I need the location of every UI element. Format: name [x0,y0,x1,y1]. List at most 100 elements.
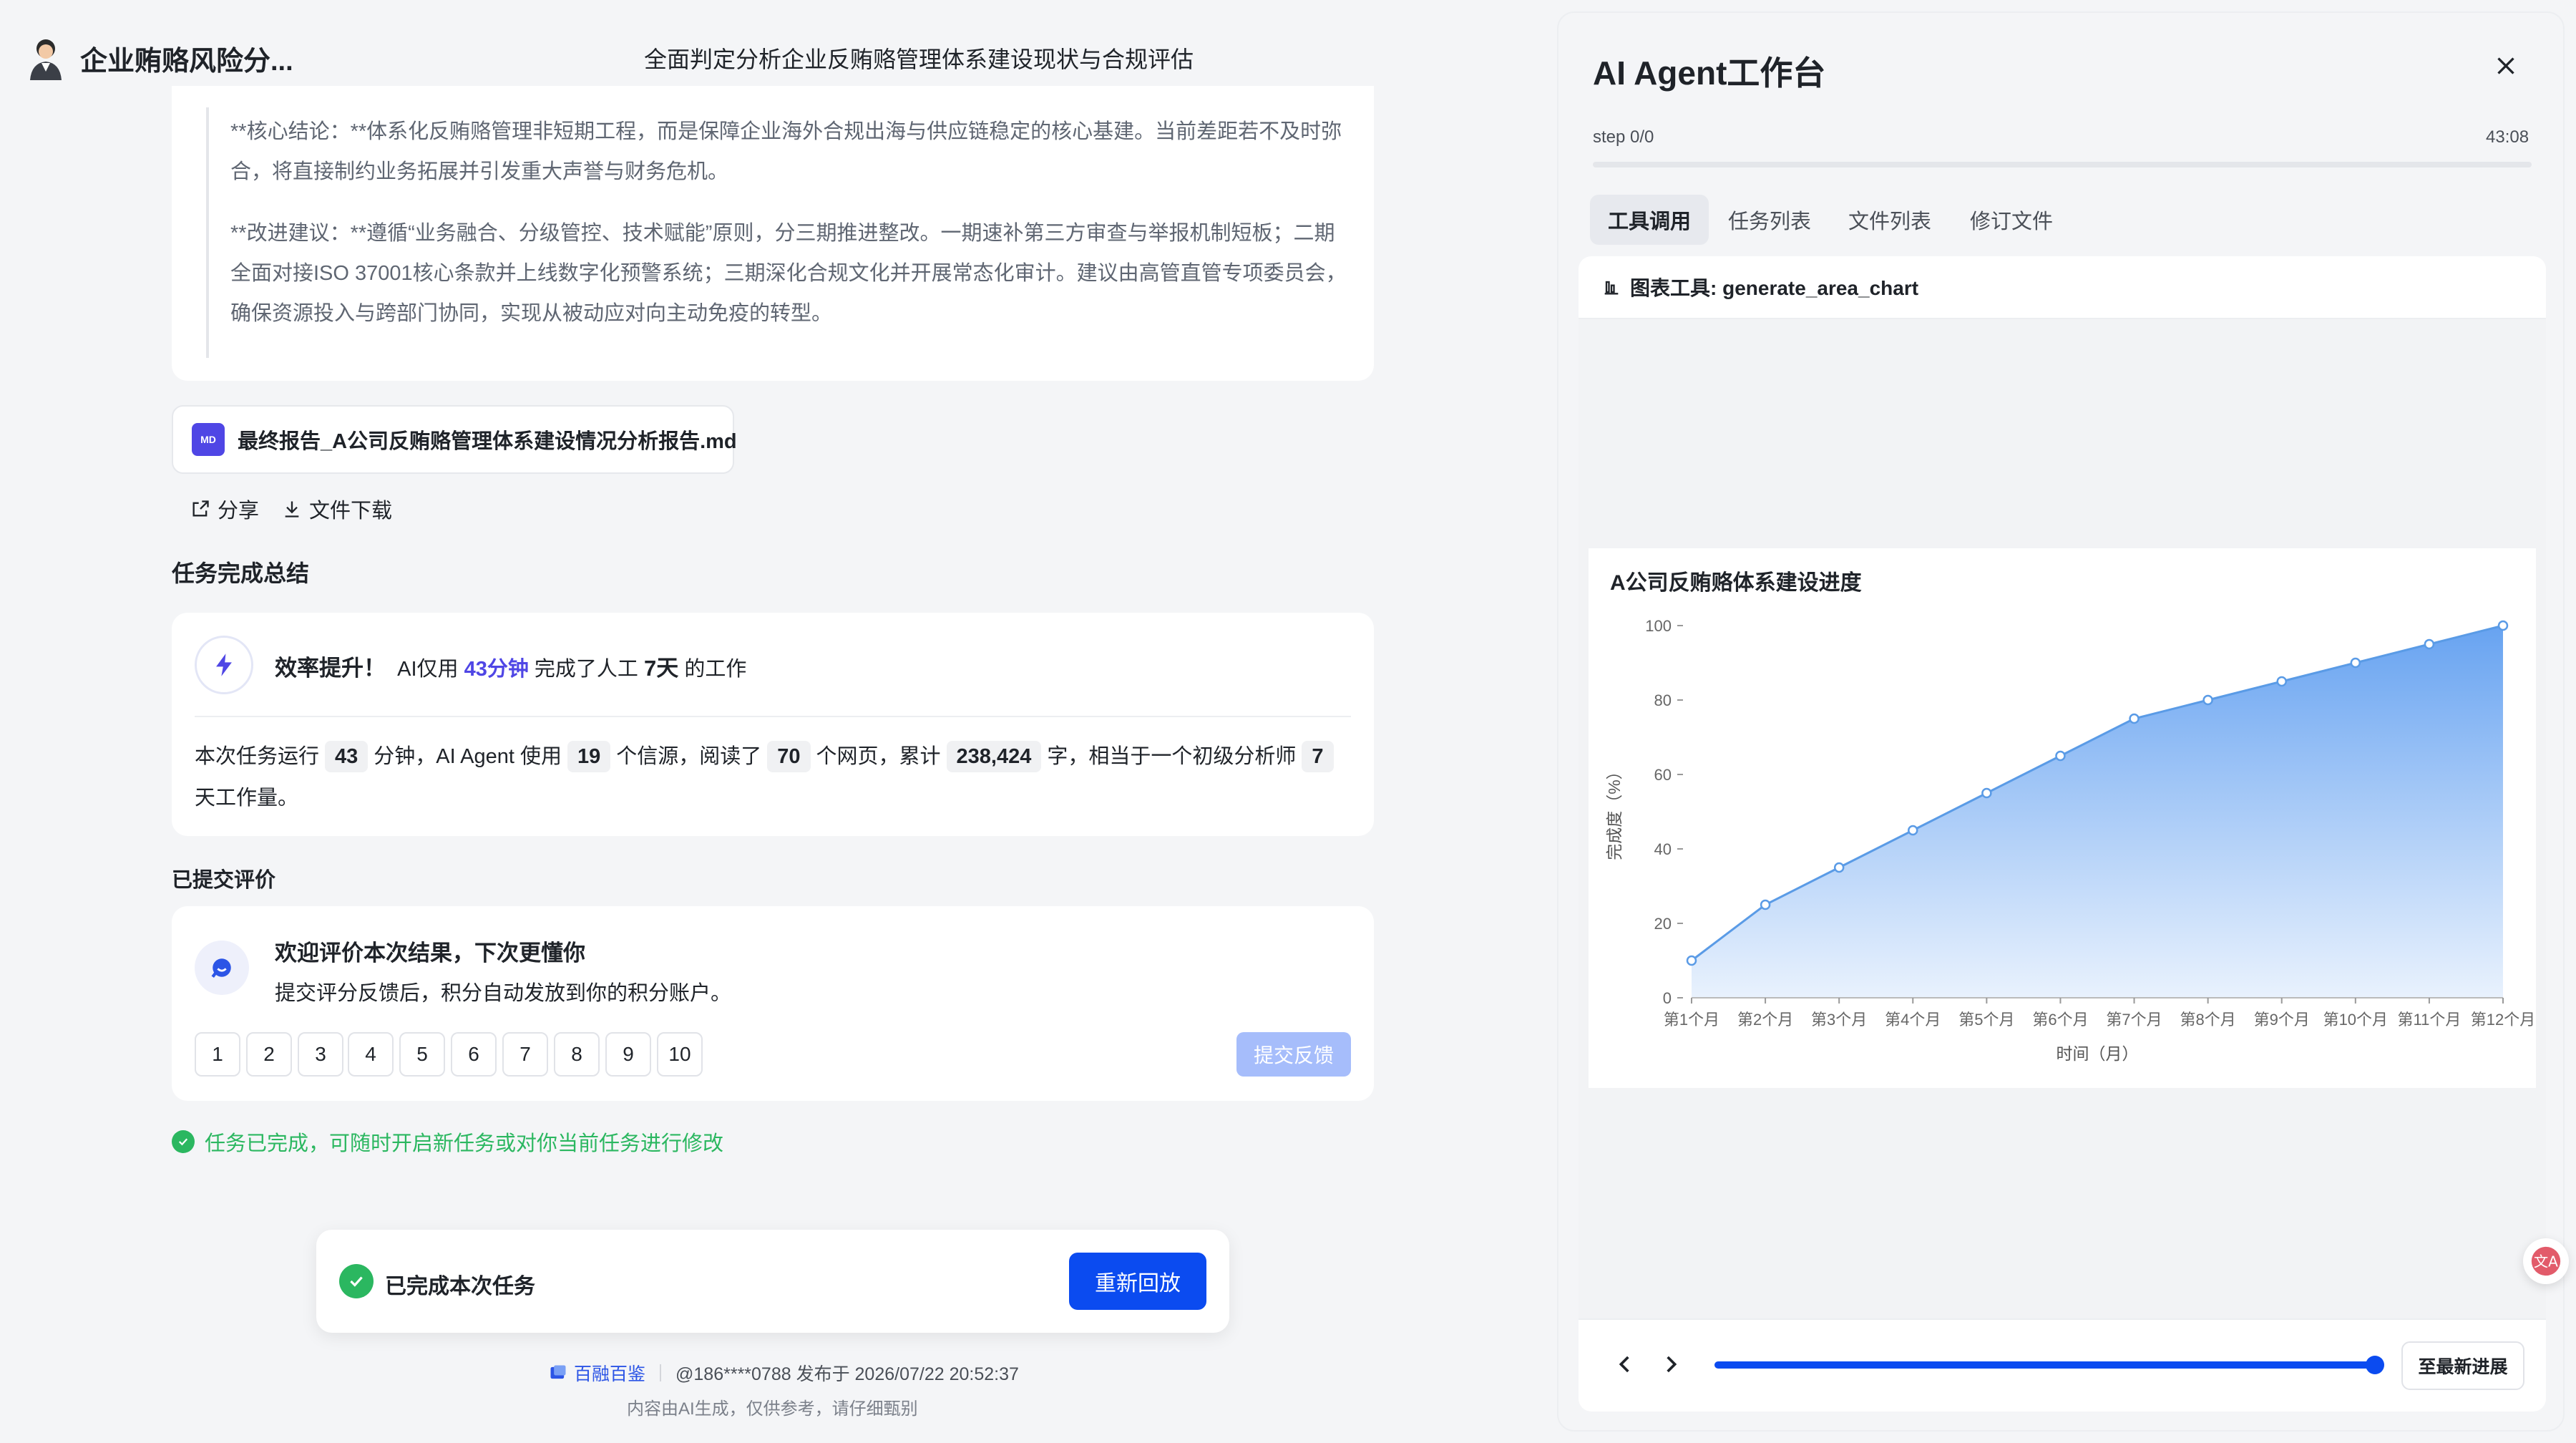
rating-heading: 已提交评价 [172,869,276,892]
check-circle-icon [172,1130,195,1153]
efficiency-text: 完成了人工 [534,658,638,681]
area-fill [1692,626,2503,998]
next-step-button[interactable] [1656,1350,1684,1379]
stats-text-part: 分钟，AI Agent 使用 [374,745,562,768]
chart-svg: A公司反贿赂体系建设进度 0 20 40 60 80 100 第1个月 第2个月 第3个月 第4个… [1605,570,2535,1063]
stats-text-part: 个网页，累计 [816,745,941,768]
score-option[interactable]: 2 [246,1032,292,1077]
x-tick-label: 第9个月 [2254,1011,2310,1029]
stats-text-part: 个信源，阅读了 [616,745,762,768]
page-title: 全面判定分析企业反贿赂管理体系建设现状与合规评估 [644,47,1194,72]
share-button[interactable]: 分享 [190,494,259,524]
data-point [1686,955,1697,966]
playback-slider-handle[interactable] [2366,1356,2384,1374]
tab-revised-files[interactable]: 修订文件 [1962,195,2061,245]
summary-heading: 任务完成总结 [172,560,310,586]
chart-title: A公司反贿赂体系建设进度 [1610,570,1862,595]
file-name: 最终报告_A公司反贿赂管理体系建设情况分析报告.md [238,430,737,453]
score-option[interactable]: 10 [657,1032,703,1077]
minutes-value: 43 [325,741,369,772]
score-option[interactable]: 6 [451,1032,497,1077]
rating-title: 欢迎评价本次结果，下次更懂你 [275,941,585,966]
tab-task-list[interactable]: 任务列表 [1723,195,1816,245]
stats-text-part: 天工作量。 [195,787,299,810]
tab-tool-calls[interactable]: 工具调用 [1590,195,1709,245]
efficiency-line: 效率提升！ AI仅用 43分钟 完成了人工 7天 的工作 [275,650,746,682]
score-option[interactable]: 9 [605,1032,651,1077]
download-button[interactable]: 文件下载 [282,494,392,524]
report-file-chip[interactable]: MD 最终报告_A公司反贿赂管理体系建设情况分析报告.md [172,405,737,474]
pages-value: 70 [767,741,811,772]
stats-text: 本次任务运行 43 分钟，AI Agent 使用 19 个信源，阅读了 70 个网页，累计 2… [195,736,1354,819]
divider [660,1364,662,1381]
x-tick-label: 第11个月 [2397,1011,2461,1029]
area-chart: A公司反贿赂体系建设进度 0 20 40 60 80 100 第1个月 第2个月 第3个月 第4个… [1589,548,2536,1088]
sources-value: 19 [567,741,611,772]
chars-value: 238,424 [946,741,1042,772]
data-point [1981,787,1992,799]
score-option[interactable]: 8 [554,1032,600,1077]
task-done-text: 已完成本次任务 [385,1275,535,1298]
y-tick-label: 40 [1654,840,1672,858]
tab-file-list[interactable]: 文件列表 [1843,195,1936,245]
score-option[interactable]: 3 [298,1032,343,1077]
x-tick-label: 第1个月 [1664,1011,1719,1029]
conclusion-paragraph: **核心结论：**体系化反贿赂管理非短期工程，而是保障企业海外合规出海与供应链稳… [230,120,1342,183]
x-tick-label: 第5个月 [1958,1011,2014,1029]
replay-button[interactable]: 重新回放 [1069,1253,1206,1310]
suggestion-paragraph: **改进建议：**遵循“业务融合、分级管控、技术赋能”原则，分三期推进整改。一期… [230,222,1347,325]
feedback-badge [195,941,249,995]
data-point [2424,638,2435,650]
x-tick-label: 第4个月 [1885,1011,1941,1029]
data-point [1833,862,1845,873]
x-tick-label: 第10个月 [2323,1011,2388,1029]
tool-call-header: 图表工具: generate_area_chart [1579,256,2546,319]
quote-bar [206,107,209,358]
data-point [2497,620,2509,631]
footer-meta: 百融百鉴 @186****0788 发布于 2026/07/22 20:52:3… [548,1360,1019,1386]
y-axis-label: 完成度（%） [1605,763,1624,860]
svg-text:文A: 文A [2534,1253,2558,1270]
brand-link[interactable]: 百融百鉴 [574,1360,645,1386]
score-option[interactable]: 1 [195,1032,240,1077]
score-option[interactable]: 5 [399,1032,445,1077]
data-point [1908,825,1918,836]
score-option[interactable]: 4 [348,1032,394,1077]
x-tick-label: 第3个月 [1811,1011,1867,1029]
close-icon[interactable] [2493,53,2519,79]
check-circle-icon [339,1264,374,1298]
x-tick-label: 第2个月 [1737,1011,1793,1029]
markdown-file-icon: MD [192,423,225,456]
human-duration: 7天 [644,656,679,681]
ai-disclaimer: 内容由AI生成，仅供参考，请仔细甄别 [627,1399,918,1419]
submit-feedback-button[interactable]: 提交反馈 [1236,1032,1351,1077]
efficiency-badge [195,636,253,694]
chat-icon [211,958,231,978]
download-icon [285,501,299,518]
playback-slider-track[interactable] [1714,1361,2379,1369]
brand-logo-icon [550,1365,566,1379]
x-tick-label: 第8个月 [2180,1011,2236,1029]
efficiency-title: 效率提升！ [275,656,386,681]
x-tick-label: 第12个月 [2471,1011,2535,1029]
analyst-days-value: 7 [1302,741,1334,772]
translate-icon[interactable]: 文A [2523,1238,2569,1284]
efficiency-text: AI仅用 [397,658,459,681]
data-point [1760,899,1771,910]
ai-duration: 43分钟 [464,658,529,681]
share-label: 分享 [218,500,260,523]
score-option[interactable]: 7 [502,1032,548,1077]
step-progress-bar [1593,162,2532,167]
chevron-left-icon [1619,1356,1629,1373]
tool-name: 图表工具: generate_area_chart [1630,277,1919,299]
jump-to-latest-button[interactable]: 至最新进展 [2401,1341,2524,1390]
download-label: 文件下载 [309,500,393,523]
y-tick-label: 60 [1654,766,1672,784]
x-tick-label: 第7个月 [2106,1011,2162,1029]
y-tick-label: 0 [1663,989,1672,1007]
task-complete-text: 任务已完成，可随时开启新任务或对你当前任务进行修改 [205,1132,724,1155]
lightning-icon [216,654,232,676]
previous-step-button[interactable] [1611,1350,1640,1379]
data-point [2055,750,2066,762]
y-tick-label: 20 [1654,915,1672,933]
